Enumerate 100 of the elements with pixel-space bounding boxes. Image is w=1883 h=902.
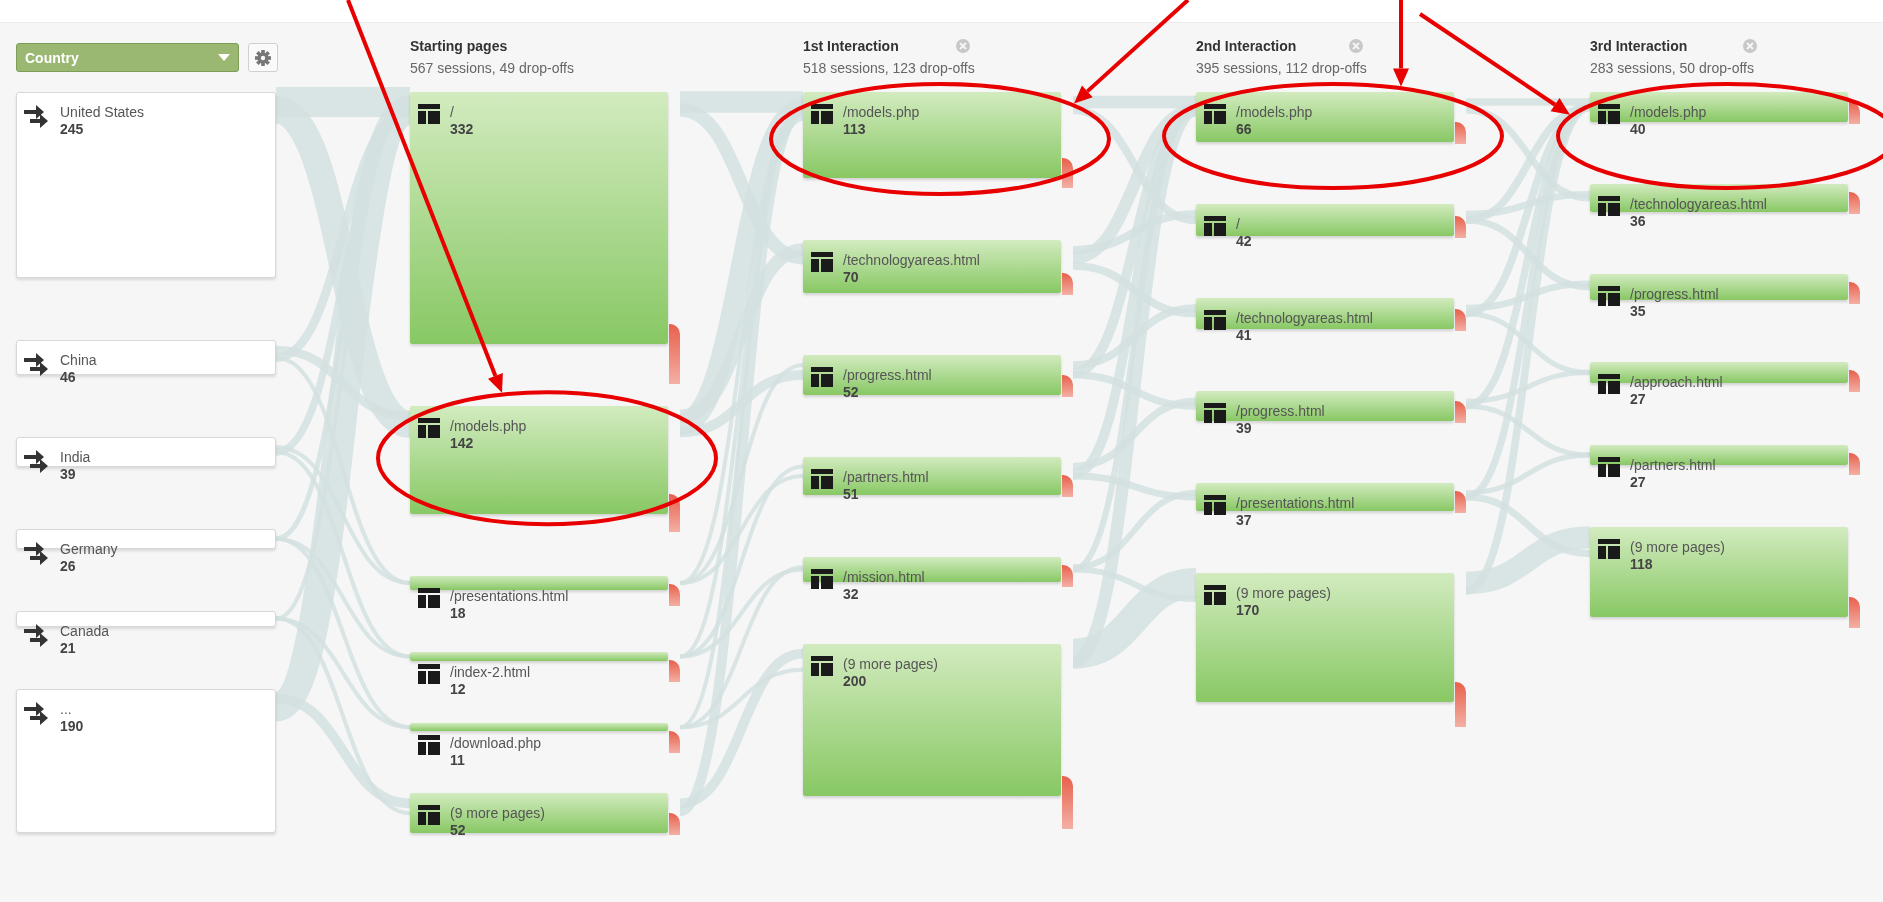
- drop-off-bar: [1062, 273, 1073, 296]
- page-label: (9 more pages): [843, 655, 938, 673]
- settings-button[interactable]: [248, 43, 278, 72]
- page-node-bar[interactable]: [1196, 391, 1454, 421]
- page-icon: [1598, 456, 1620, 477]
- drop-off-bar: [1849, 192, 1860, 215]
- country-node-box[interactable]: [16, 610, 276, 627]
- page-node-bar[interactable]: [1196, 92, 1454, 143]
- session-count: 41: [1236, 327, 1253, 345]
- session-count: 118: [1630, 556, 1654, 574]
- double-arrow-icon: [24, 352, 50, 379]
- drop-off-bar: [1455, 682, 1466, 728]
- page-node-bar[interactable]: [410, 651, 668, 661]
- gear-icon: [255, 49, 271, 66]
- session-count: 190: [60, 717, 84, 735]
- drop-off-bar: [1062, 565, 1073, 588]
- session-count: 70: [843, 268, 860, 286]
- page-label: /: [450, 104, 455, 121]
- drop-off-bar: [1062, 374, 1073, 397]
- country-label: United States: [60, 104, 145, 121]
- session-count: 35: [1630, 302, 1647, 320]
- drop-off-bar: [669, 584, 680, 607]
- page-node-bar[interactable]: [803, 355, 1061, 395]
- page-node-bar[interactable]: [1590, 527, 1848, 618]
- session-count: 36: [1630, 213, 1647, 231]
- page-icon: [811, 468, 833, 489]
- page-icon: [418, 588, 440, 609]
- double-arrow-icon: [24, 622, 50, 649]
- column-title: Starting pages: [410, 38, 509, 54]
- page-icon: [811, 367, 833, 388]
- drop-off-bar: [1849, 370, 1860, 393]
- page-node-bar[interactable]: [1196, 204, 1454, 237]
- page-icon: [1598, 285, 1620, 306]
- page-icon: [1598, 374, 1620, 395]
- drop-off-bar: [669, 659, 680, 682]
- caret-icon: [218, 54, 230, 61]
- page-label: /progress.html: [1630, 285, 1719, 303]
- page-node-bar[interactable]: [410, 406, 668, 515]
- session-count: 27: [1630, 473, 1647, 491]
- page-node-bar[interactable]: [803, 239, 1061, 294]
- session-count: 12: [450, 680, 467, 698]
- country-label: China: [60, 352, 97, 370]
- page-node-bar[interactable]: [410, 793, 668, 833]
- page-icon: [1598, 104, 1620, 124]
- page-node-bar[interactable]: [803, 643, 1061, 796]
- double-arrow-icon: [24, 540, 50, 567]
- page-label: /models.php: [450, 418, 527, 436]
- drop-off-bar: [1849, 597, 1860, 629]
- country-node-box[interactable]: [16, 92, 276, 279]
- page-label: /mission.html: [843, 569, 925, 587]
- session-count: 39: [60, 466, 77, 484]
- double-arrow-icon: [24, 104, 50, 130]
- page-icon: [811, 104, 833, 124]
- page-node-bar[interactable]: [1196, 482, 1454, 511]
- page-label: (9 more pages): [450, 805, 545, 823]
- page-icon: [418, 663, 440, 684]
- page-node-bar[interactable]: [1196, 298, 1454, 330]
- session-count: 11: [450, 752, 466, 770]
- page-label: /partners.html: [843, 468, 929, 486]
- page-node-bar[interactable]: [1196, 573, 1454, 703]
- drop-off-bar: [1455, 400, 1466, 423]
- page-label: /index-2.html: [450, 663, 531, 681]
- page-icon: [1204, 585, 1226, 605]
- page-icon: [811, 655, 833, 676]
- drop-off-bar: [1455, 216, 1466, 239]
- page-node-bar[interactable]: [803, 92, 1061, 178]
- page-label: /technologyareas.html: [1630, 196, 1767, 214]
- drop-off-bar: [669, 324, 680, 385]
- session-count: 200: [843, 672, 868, 690]
- country-node-box[interactable]: [16, 437, 276, 467]
- page-node-bar[interactable]: [410, 723, 668, 732]
- page-icon: [418, 104, 440, 124]
- drop-off-bar: [1849, 452, 1860, 475]
- dimension-dropdown[interactable]: Country: [16, 43, 239, 72]
- session-count: 113: [843, 121, 867, 138]
- page-node-bar[interactable]: [410, 576, 668, 590]
- column-summary: 395 sessions, 112 drop-offs: [1196, 60, 1367, 76]
- page-icon: [1598, 196, 1620, 217]
- page-node-bar[interactable]: [1590, 92, 1848, 123]
- drop-off-bar: [1062, 775, 1073, 829]
- page-icon: [1204, 310, 1226, 331]
- column-summary: 567 sessions, 49 drop-offs: [410, 60, 574, 76]
- session-count: 40: [1630, 121, 1647, 138]
- double-arrow-icon: [24, 449, 50, 476]
- page-label: /models.php: [1236, 104, 1313, 121]
- page-node-bar[interactable]: [1590, 273, 1848, 301]
- column-title: 3rd Interaction: [1590, 38, 1689, 54]
- page-icon: [418, 735, 440, 756]
- page-label: (9 more pages): [1630, 539, 1725, 557]
- country-label: Canada: [60, 622, 110, 640]
- session-count: 27: [1630, 391, 1647, 409]
- page-node-bar[interactable]: [410, 92, 668, 345]
- drop-off-bar: [1849, 281, 1860, 304]
- page-icon: [418, 805, 440, 826]
- page-node-bar[interactable]: [803, 557, 1061, 582]
- country-node-box[interactable]: [16, 688, 276, 833]
- session-count: 46: [60, 369, 77, 387]
- column-title: 2nd Interaction: [1196, 38, 1298, 54]
- page-label: /progress.html: [1236, 403, 1325, 421]
- page-icon: [418, 418, 440, 439]
